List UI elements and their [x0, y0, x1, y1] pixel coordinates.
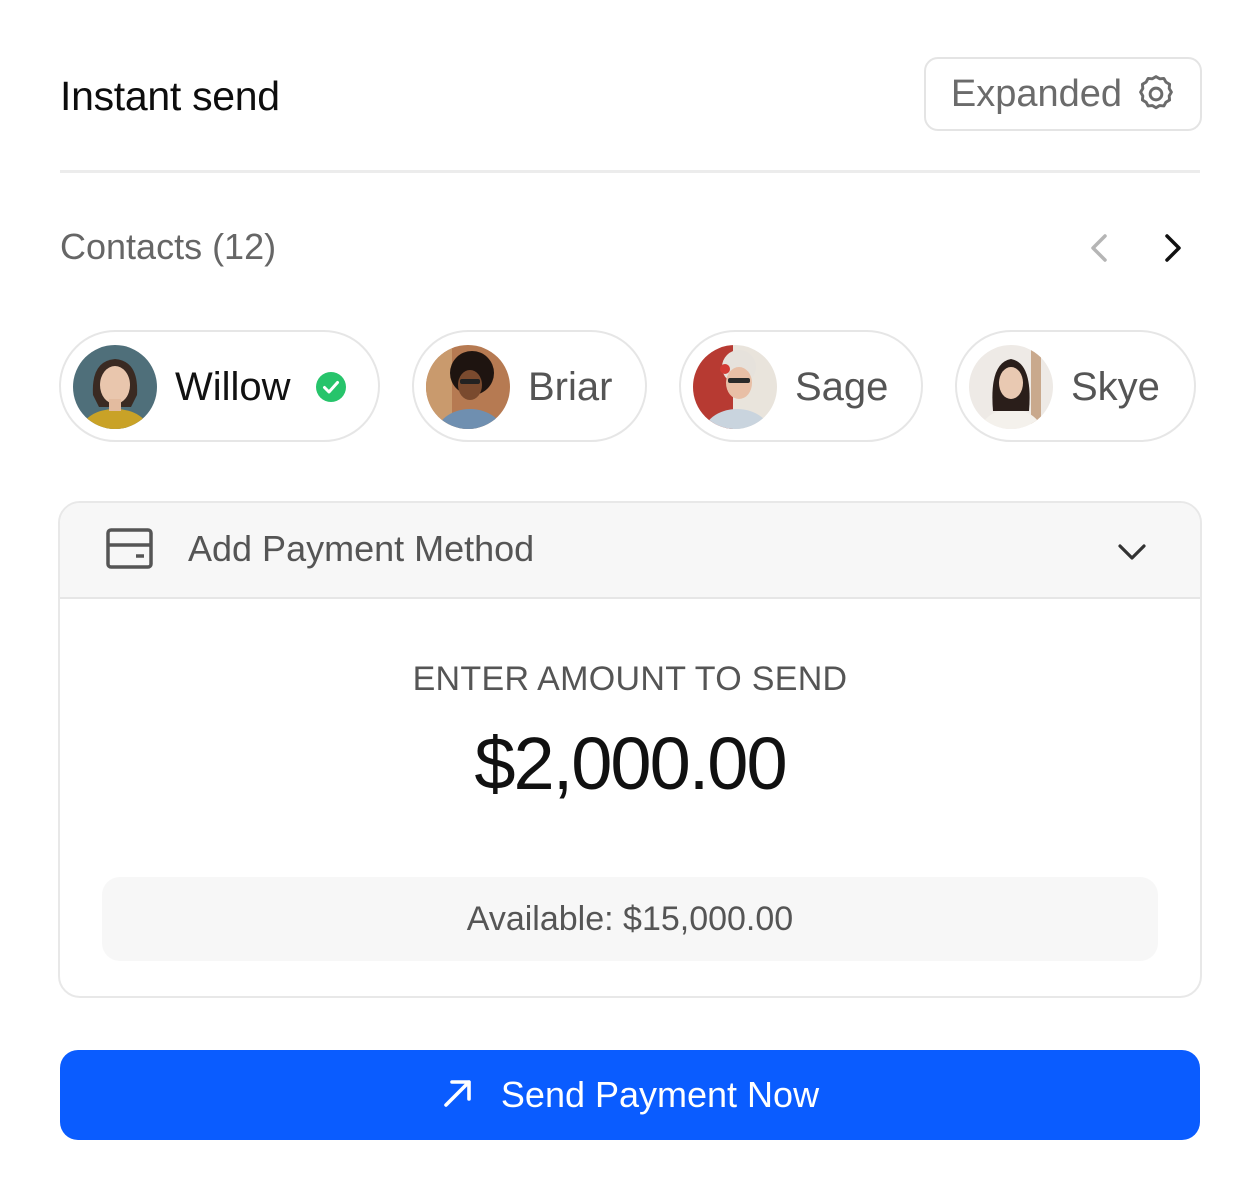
contact-name: Briar — [528, 365, 613, 409]
avatar — [969, 345, 1053, 429]
contact-chip-briar[interactable]: Briar — [412, 330, 647, 442]
contact-chip-willow[interactable]: Willow — [59, 330, 380, 442]
view-mode-label: Expanded — [950, 72, 1122, 115]
amount-input[interactable]: $2,000.00 — [60, 721, 1200, 806]
contacts-title: Contacts (12) — [60, 226, 277, 267]
send-payment-button[interactable]: Send Payment Now — [60, 1050, 1200, 1140]
contact-chip-sage[interactable]: Sage — [679, 330, 923, 442]
card-icon — [106, 527, 154, 571]
contact-name: Sage — [795, 365, 889, 409]
page-title: Instant send — [60, 73, 280, 119]
chevron-left-icon[interactable] — [1080, 228, 1120, 268]
chevron-down-icon — [1116, 535, 1148, 567]
gear-icon — [1134, 72, 1178, 116]
avatar — [693, 345, 777, 429]
check-circle-icon — [315, 371, 347, 403]
available-balance: Available: $15,000.00 — [102, 877, 1158, 961]
avatar — [426, 345, 510, 429]
arrow-up-right-icon — [441, 1076, 475, 1115]
send-payment-label: Send Payment Now — [500, 1074, 820, 1115]
payment-method-dropdown[interactable]: Add Payment Method — [60, 503, 1200, 599]
payment-card: Add Payment Method ENTER AMOUNT TO SEND … — [58, 501, 1202, 998]
contact-name: Skye — [1071, 365, 1160, 409]
amount-label: ENTER AMOUNT TO SEND — [412, 660, 848, 698]
payment-method-label: Add Payment Method — [188, 528, 535, 569]
contact-chip-skye[interactable]: Skye — [955, 330, 1196, 442]
header-divider — [60, 170, 1200, 173]
contact-name: Willow — [175, 365, 291, 409]
contact-list: Willow Briar Sage Skye — [0, 330, 1260, 444]
view-mode-button[interactable]: Expanded — [924, 57, 1202, 131]
chevron-right-icon[interactable] — [1152, 228, 1192, 268]
header: Instant send Expanded — [60, 56, 1202, 136]
avatar — [73, 345, 157, 429]
contacts-header: Contacts (12) — [60, 226, 1200, 270]
